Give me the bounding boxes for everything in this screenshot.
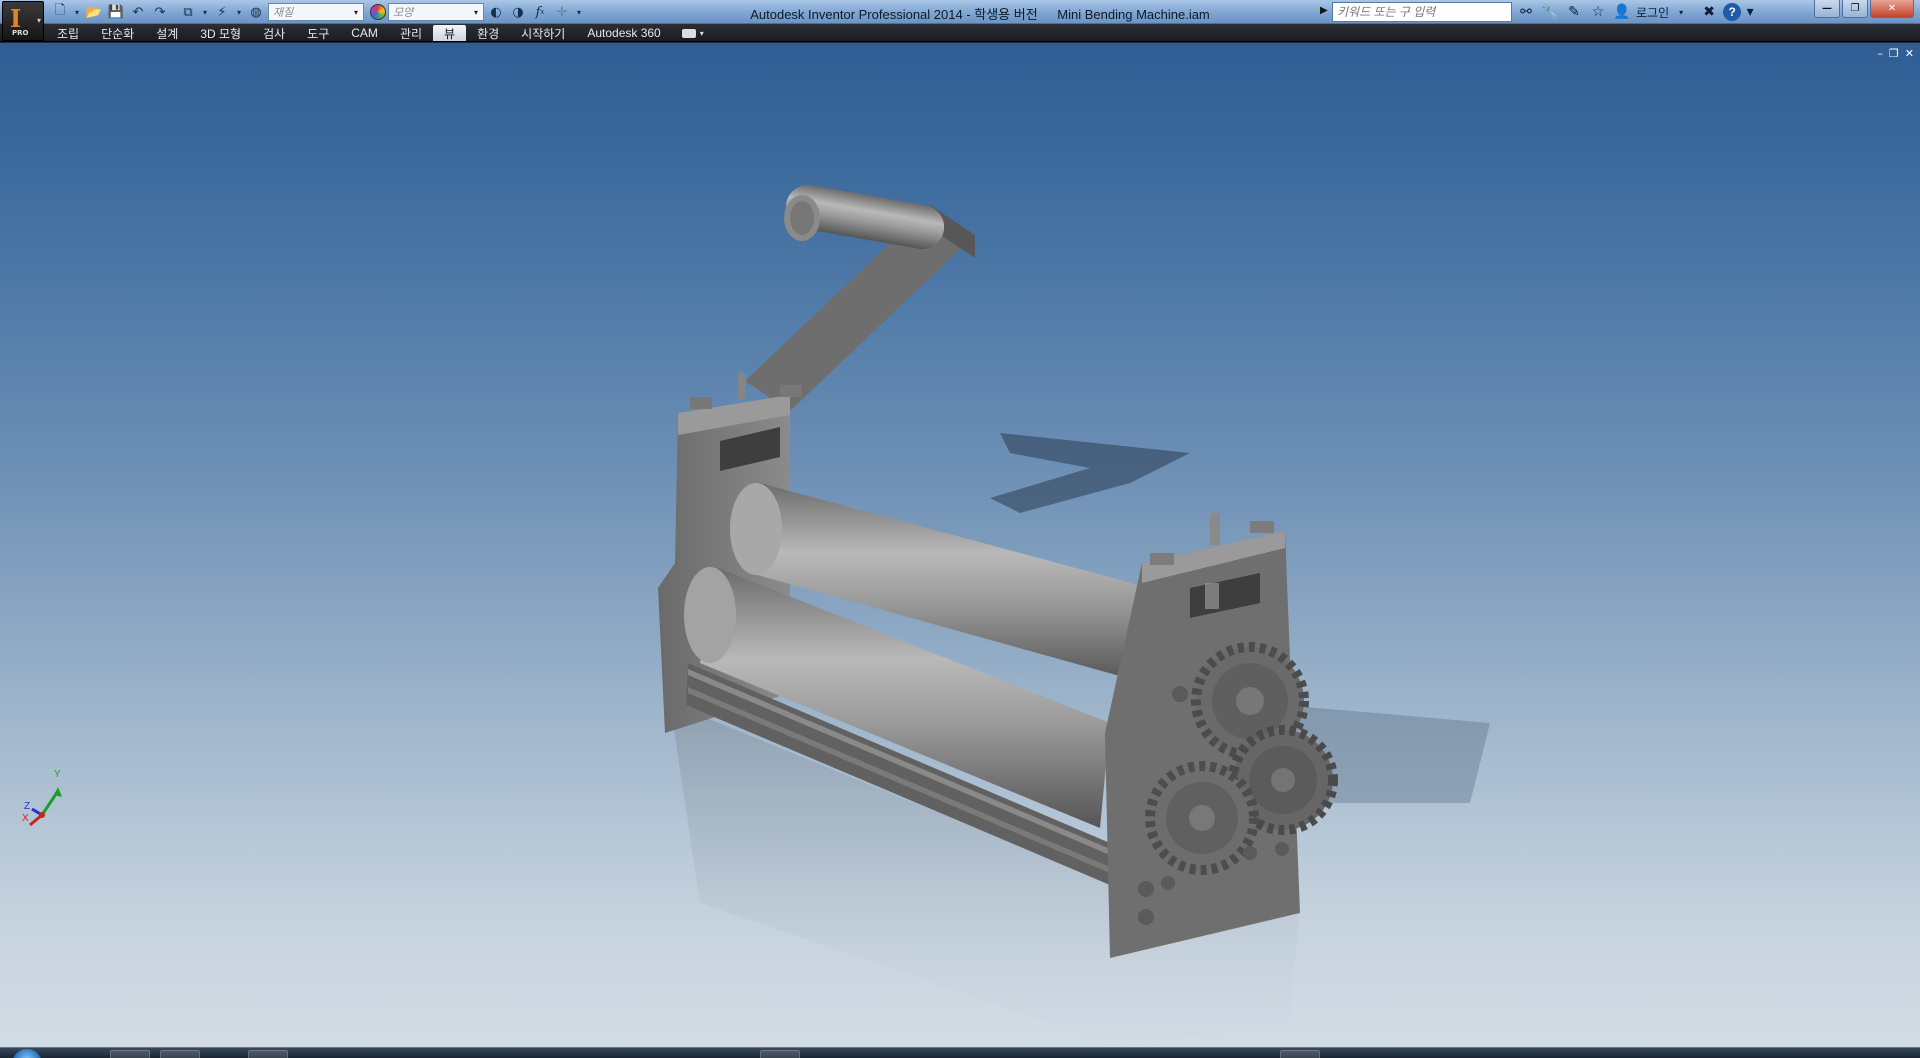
ribbon-tabs: 조립 단순화 설계 3D 모형 검사 도구 CAM 관리 뷰 환경 시작하기 A… [46,24,704,42]
undo-icon[interactable]: ↶ [128,3,148,21]
redo-icon[interactable]: ↷ [150,3,170,21]
bending-machine-model[interactable] [0,43,1920,1047]
tab-manage[interactable]: 관리 [389,25,433,41]
chevron-down-icon: ▾ [699,28,704,38]
parameters-icon[interactable]: fx [530,3,550,21]
title-bar: I PRO ▾ 🗋 ▾ 📂 💾 ↶ ↷ ⧉ ▾ ⚡ ▾ ◍ 재질 ▾ 모양 ▾ [0,0,1920,41]
ribbon-display-toggle[interactable]: ▾ [681,28,704,38]
tab-view[interactable]: 뷰 [433,25,467,41]
start-button[interactable] [12,1049,42,1058]
graphics-viewport[interactable]: – ❐ ✕ Y X Z [0,43,1920,1047]
quick-access-toolbar: 🗋 ▾ 📂 💾 ↶ ↷ ⧉ ▾ ⚡ ▾ ◍ 재질 ▾ 모양 ▾ ◐ ◑ fx ✛ [50,3,584,21]
wrench-icon[interactable]: 🔧 [1540,3,1560,21]
view-triad[interactable]: Y X Z [18,769,78,835]
inventor-window: I PRO ▾ 🗋 ▾ 📂 💾 ↶ ↷ ⧉ ▾ ⚡ ▾ ◍ 재질 ▾ 모양 ▾ [0,0,1920,1058]
app-title: Autodesk Inventor Professional 2014 - 학생… [750,7,1038,22]
update-dropdown-icon[interactable]: ▾ [234,3,244,21]
tab-cam[interactable]: CAM [340,25,389,41]
material-combo[interactable]: 재질 ▾ [268,3,364,21]
binoculars-icon[interactable]: ⚯ [1516,3,1536,21]
tab-3d-model[interactable]: 3D 모형 [189,25,252,41]
open-folder-icon[interactable]: 📂 [84,3,104,21]
window-controls: — ❐ ✕ [1814,0,1914,18]
taskbar-item[interactable] [1280,1050,1320,1058]
taskbar-item[interactable] [110,1050,150,1058]
restore-button[interactable]: ❐ [1842,0,1868,18]
windows-taskbar [0,1047,1920,1058]
camera-icon [681,28,696,38]
select-dropdown-icon[interactable]: ▾ [200,3,210,21]
save-icon[interactable]: 💾 [106,3,126,21]
tab-get-started[interactable]: 시작하기 [510,25,576,41]
tab-simplify[interactable]: 단순화 [90,25,145,41]
axis-label-y: Y [54,769,61,780]
update-icon[interactable]: ⚡ [212,3,232,21]
favorites-star-icon[interactable]: ☆ [1588,3,1608,21]
axis-label-x: X [22,813,29,824]
application-menu-button[interactable]: I PRO ▾ [2,1,44,41]
subscription-icon[interactable]: ✎ [1564,3,1584,21]
ribbon-tab-bar: 조립 단순화 설계 3D 모형 검사 도구 CAM 관리 뷰 환경 시작하기 A… [0,24,1920,42]
adjust-appearance-icon[interactable]: ◑ [508,3,528,21]
taskbar-item[interactable] [760,1050,800,1058]
appearance-combo-value: 모양 [393,7,414,19]
exchange-apps-icon[interactable]: ✖ [1699,3,1719,21]
tab-autodesk-360[interactable]: Autodesk 360 [576,25,671,41]
login-button[interactable]: 로그인 [1636,4,1669,21]
chevron-down-icon: ▾ [353,7,358,17]
search-expand-icon[interactable]: ▶ [1320,5,1328,16]
chevron-down-icon: ▾ [36,16,41,25]
close-button[interactable]: ✕ [1870,0,1914,18]
axis-label-z: Z [24,801,31,812]
measure-icon[interactable]: ✛ [552,3,572,21]
material-icon[interactable]: ◍ [246,3,266,21]
help-icon[interactable]: ? [1723,3,1742,21]
info-center: ⚯ 🔧 ✎ ☆ 👤 로그인 ▾ ✖ ? ▾ [1516,2,1755,22]
chevron-down-icon[interactable]: ▾ [1679,8,1683,17]
tab-design[interactable]: 설계 [145,25,189,41]
new-file-icon[interactable]: 🗋 [50,3,70,21]
appearance-icon[interactable] [370,4,386,20]
customize-dropdown-icon[interactable]: ▾ [574,3,584,21]
select-icon[interactable]: ⧉ [178,3,198,21]
clear-appearance-icon[interactable]: ◐ [486,3,506,21]
new-dropdown-icon[interactable]: ▾ [72,3,82,21]
help-dropdown-icon[interactable]: ▾ [1745,3,1755,21]
tab-environments[interactable]: 환경 [466,25,510,41]
window-title: Autodesk Inventor Professional 2014 - 학생… [640,4,1320,23]
chevron-down-icon: ▾ [473,7,478,17]
tab-tools[interactable]: 도구 [296,25,340,41]
pro-badge: PRO [12,29,29,37]
document-name: Mini Bending Machine.iam [1057,7,1210,22]
search-input[interactable] [1332,2,1512,22]
material-combo-value: 재질 [273,7,294,19]
gear-bottom [1145,761,1259,875]
taskbar-item[interactable] [248,1050,288,1058]
appearance-combo[interactable]: 모양 ▾ [388,3,484,21]
crank-handle [745,184,975,411]
tab-assemble[interactable]: 조립 [46,25,90,41]
taskbar-item[interactable] [160,1050,200,1058]
minimize-button[interactable]: — [1814,0,1840,18]
user-icon[interactable]: 👤 [1612,3,1632,21]
tab-inspect[interactable]: 검사 [252,25,296,41]
